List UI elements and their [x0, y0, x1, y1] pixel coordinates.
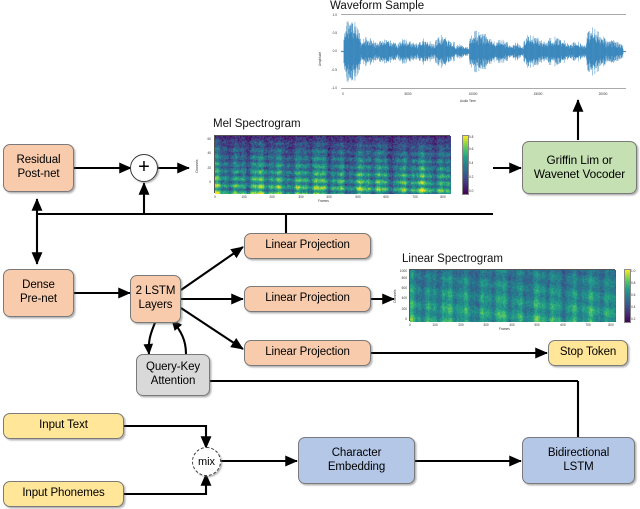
node-dense-prenet[interactable]: Dense Pre-net [3, 269, 74, 317]
waveform-ylabel: Amplitude [318, 51, 322, 66]
linear-heatmap [410, 270, 616, 322]
linear-ytick-1: 200 [401, 307, 407, 311]
mel-xtick-2: 200 [269, 195, 275, 199]
waveform-ytick-0: 1.0 [332, 13, 337, 17]
node-linear-projection-1[interactable]: Linear Projection [244, 233, 371, 259]
mel-title: Mel Spectrogram [213, 118, 301, 130]
linear-cbar-tick-3: 0.8 [631, 281, 636, 285]
waveform-xtick-2: 10000 [468, 92, 478, 96]
figure-mel-spectrogram: Mel Spectrogram 0 20 40 60 0 100 200 300… [190, 118, 490, 203]
linear-cbar-tick-1: 0.4 [631, 305, 636, 309]
mel-xtick-7: 700 [412, 195, 418, 199]
linear-xtick-0: 0 [409, 323, 411, 327]
arrow-lstm-to-lp3 [180, 307, 244, 350]
linear-plot-area [409, 269, 616, 322]
mel-ytick-2: 40 [207, 151, 211, 155]
linear-ytick-4: 800 [401, 276, 407, 280]
mel-ytick-3: 60 [207, 137, 211, 141]
waveform-xtick-3: 15000 [533, 92, 543, 96]
linear-xtick-4: 400 [509, 323, 515, 327]
arrow-inputtext-to-mix [124, 424, 212, 449]
mix-node[interactable]: mix [192, 447, 221, 476]
linear-ylabel: Channels [393, 289, 397, 303]
waveform-ytick-4: -1.0 [331, 86, 338, 90]
linear-xlabel: Frames [499, 327, 510, 331]
linear-xtick-8: 800 [608, 323, 614, 327]
mel-cbar-tick-1: 0.2 [469, 175, 474, 179]
node-stop-token[interactable]: Stop Token [548, 340, 628, 366]
mel-xtick-5: 500 [355, 195, 361, 199]
mel-cbar-tick-0: 0.0 [469, 189, 474, 193]
figure-linear-spectrogram: Linear Spectrogram 0 200 400 600 800 100… [393, 253, 640, 331]
mel-colorbar [462, 135, 469, 195]
mel-ytick-1: 20 [207, 166, 211, 170]
waveform-xtick-1: 5000 [404, 92, 412, 96]
mel-xtick-6: 600 [383, 195, 389, 199]
linear-xtick-6: 600 [560, 323, 566, 327]
waveform-xtick-0: 0 [342, 92, 344, 96]
linear-title: Linear Spectrogram [402, 253, 503, 265]
arrow-attention-to-lstm [171, 319, 188, 355]
linear-xtick-2: 200 [458, 323, 464, 327]
waveform-title: Waveform Sample [330, 0, 425, 12]
node-bidirectional-lstm[interactable]: Bidirectional LSTM [522, 437, 635, 484]
mel-xtick-3: 300 [298, 195, 304, 199]
node-linear-projection-2[interactable]: Linear Projection [244, 286, 371, 312]
waveform-plot-area [340, 14, 627, 89]
linear-cbar-tick-0: 0.2 [631, 317, 636, 321]
mel-xtick-1: 100 [241, 195, 247, 199]
linear-xtick-5: 500 [534, 323, 540, 327]
linear-ytick-5: 1000 [399, 269, 407, 273]
node-input-text[interactable]: Input Text [3, 413, 124, 439]
sum-node-label: + [138, 156, 150, 178]
linear-colorbar [624, 269, 631, 323]
mel-xtick-8: 800 [440, 195, 446, 199]
linear-ytick-0: 0 [405, 317, 407, 321]
waveform-ytick-1: 0.5 [332, 31, 337, 35]
waveform-ytick-3: -0.5 [331, 68, 338, 72]
figure-waveform: Waveform Sample 1.0 0.5 0.0 -0.5 -1.0 0 … [305, 0, 640, 112]
node-character-embedding[interactable]: Character Embedding [298, 437, 415, 484]
linear-xtick-1: 100 [432, 323, 438, 327]
mel-cbar-tick-2: 0.4 [469, 161, 474, 165]
linear-xtick-7: 700 [585, 323, 591, 327]
linear-xtick-3: 300 [483, 323, 489, 327]
waveform-ytick-2: 0.0 [332, 49, 337, 53]
mix-node-label: mix [197, 455, 216, 468]
node-query-key-attention[interactable]: Query-Key Attention [136, 354, 210, 396]
mel-ylabel: Channels [195, 159, 199, 173]
waveform-xlabel: Audio Time [460, 99, 476, 103]
arrow-lstm-to-attention [143, 317, 158, 355]
node-vocoder[interactable]: Griffin Lim or Wavenet Vocoder [522, 141, 637, 194]
waveform-xtick-4: 20000 [598, 92, 608, 96]
sum-node[interactable]: + [130, 154, 158, 182]
linear-cbar-tick-2: 0.6 [631, 293, 636, 297]
mel-ytick-0: 0 [209, 180, 211, 184]
mel-xtick-0: 0 [214, 195, 216, 199]
mel-xlabel: Frames [318, 199, 329, 203]
waveform-svg [340, 14, 627, 89]
diagram-canvas: Residual Post-net + Dense Pre-net 2 LSTM… [0, 0, 640, 509]
node-input-phonemes[interactable]: Input Phonemes [3, 481, 124, 507]
linear-cbar-tick-4: 1.0 [631, 269, 636, 273]
node-lstm-layers[interactable]: 2 LSTM Layers [130, 275, 181, 323]
arrow-lstm-to-lp1 [180, 246, 244, 291]
mel-cbar-tick-3: 0.6 [469, 147, 474, 151]
mel-heatmap [215, 136, 451, 194]
node-residual-postnet[interactable]: Residual Post-net [3, 144, 74, 192]
mel-cbar-tick-4: 0.8 [469, 135, 474, 139]
mel-plot-area [214, 135, 451, 194]
arrow-phonemes-to-mix [124, 473, 212, 496]
node-linear-projection-3[interactable]: Linear Projection [244, 340, 371, 366]
